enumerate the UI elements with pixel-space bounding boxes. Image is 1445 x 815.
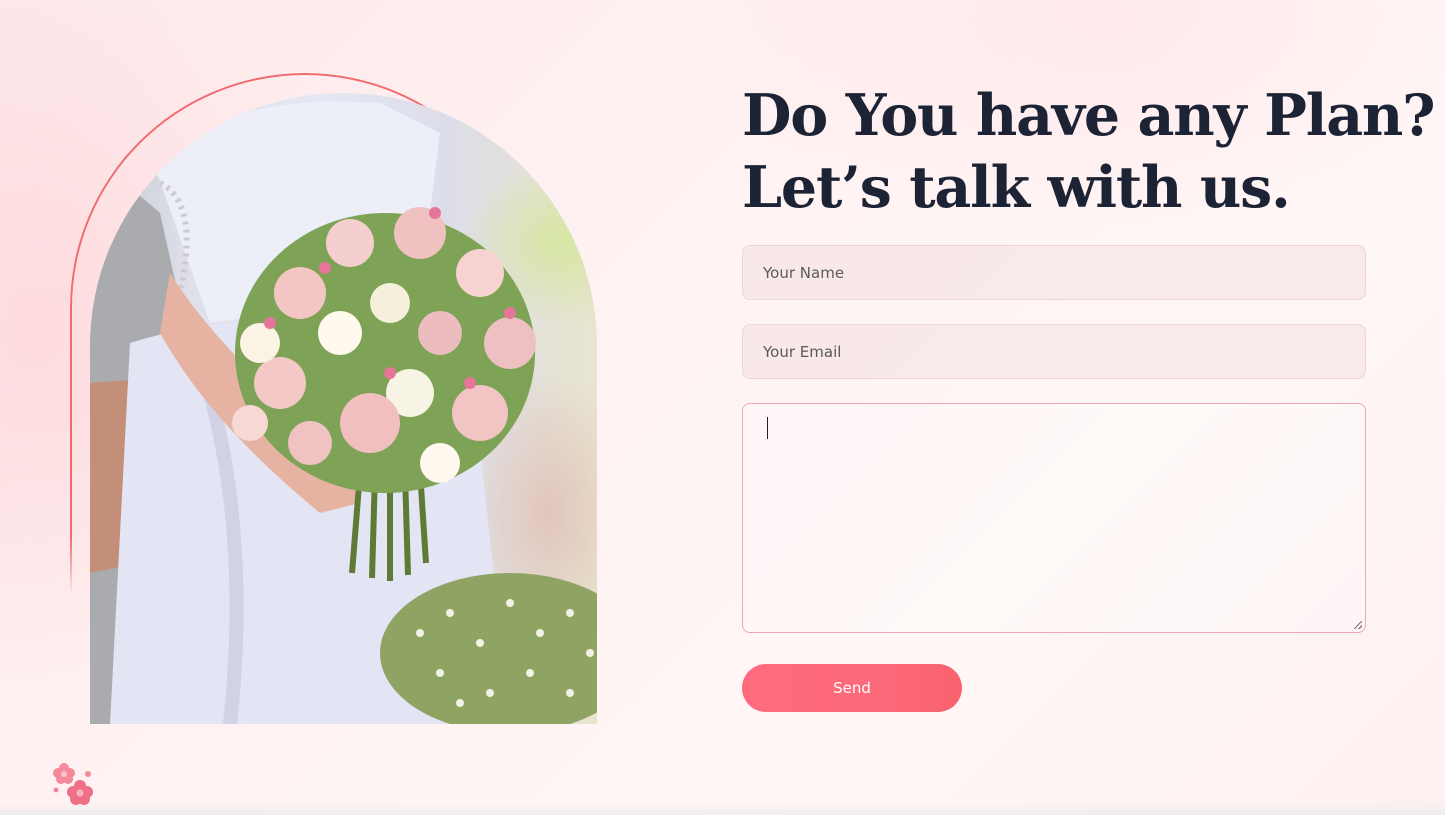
message-textarea[interactable] [742,403,1366,633]
flower-cluster-icon [53,763,93,805]
resize-handle[interactable] [1354,621,1362,629]
title-line-2: Let’s talk with us. [742,154,1291,221]
email-field[interactable] [742,324,1366,379]
text-caret [767,417,768,439]
title-line-1: Do You have any Plan? [742,82,1436,149]
page-bottom-edge [0,803,1445,815]
wedding-bouquet-photo [90,93,597,724]
page-title: Do You have any Plan? Let’s talk with us… [742,80,1436,224]
name-field[interactable] [742,245,1366,300]
send-button[interactable]: Send [742,664,962,712]
